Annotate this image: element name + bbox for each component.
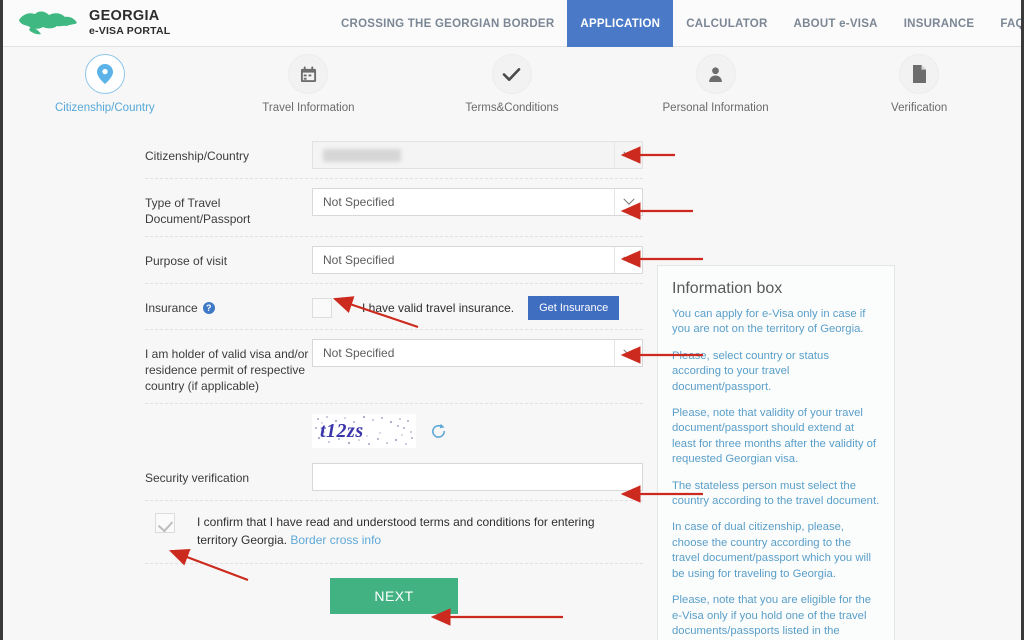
purpose-of-visit-select[interactable]: Not Specified (312, 246, 643, 274)
nav-item-crossing-the-georgian-border[interactable]: CROSSING THE GEORGIAN BORDER (328, 0, 567, 47)
field-row-citizenship: Citizenship/Country (145, 132, 643, 179)
field-row-visa-holder: I am holder of valid visa and/or residen… (145, 330, 643, 404)
next-button-wrap: NEXT (145, 564, 643, 614)
field-control (312, 141, 643, 169)
insurance-checkbox-label: I have valid travel insurance. (362, 301, 515, 315)
info-paragraph: Please, select country or status accordi… (672, 349, 829, 393)
confirm-label: I confirm that I have read and understoo… (197, 515, 595, 547)
step-personal-information[interactable]: Personal Information (614, 54, 818, 114)
main-nav: CROSSING THE GEORGIAN BORDER APPLICATION… (328, 0, 1021, 47)
field-row-security-verification: Security verification (145, 454, 643, 501)
confirm-row: I confirm that I have read and understoo… (145, 501, 643, 564)
document-type-select[interactable]: Not Specified (312, 188, 643, 216)
check-icon (503, 67, 521, 81)
field-label-security-verification: Security verification (145, 471, 250, 485)
nav-item-application[interactable]: APPLICATION (567, 0, 674, 47)
site-header: GEORGIA e-VISA PORTAL CROSSING THE GEORG… (3, 0, 1021, 47)
calendar-icon (300, 65, 316, 82)
person-icon (709, 66, 723, 82)
captcha-text: t12zs (320, 420, 364, 442)
field-label-citizenship: Citizenship/Country (145, 149, 250, 163)
insurance-control-group: I have valid travel insurance. Get Insur… (312, 293, 643, 320)
next-button[interactable]: NEXT (330, 578, 458, 614)
confirm-checkbox[interactable] (155, 513, 175, 533)
step-citizenship-country[interactable]: Citizenship/Country (3, 54, 207, 114)
captcha-row: t12zs (145, 404, 643, 454)
information-box-title: Information box (672, 280, 783, 297)
field-label-purpose-of-visit: Purpose of visit (145, 254, 228, 268)
captcha-group: t12zs (312, 414, 643, 448)
purpose-of-visit-value: Not Specified (323, 253, 395, 267)
field-label-insurance: Insurance? (145, 293, 312, 316)
step-circle (84, 54, 125, 94)
chevron-down-icon[interactable] (614, 247, 642, 273)
document-type-value: Not Specified (323, 195, 395, 209)
nav-item-about-e-visa[interactable]: ABOUT e-VISA (781, 0, 891, 47)
step-circle (491, 54, 532, 94)
visa-holder-value: Not Specified (323, 346, 395, 360)
citizenship-value-redacted (323, 148, 401, 162)
visa-holder-select[interactable]: Not Specified (312, 339, 643, 367)
field-control (312, 463, 643, 491)
step-verification[interactable]: Verification (817, 54, 1021, 114)
page-root: GEORGIA e-VISA PORTAL CROSSING THE GEORG… (0, 0, 1024, 640)
field-label-visa-holder: I am holder of valid visa and/or residen… (145, 347, 309, 393)
step-label: Terms&Conditions (465, 102, 559, 114)
field-row-document-type: Type of Travel Document/Passport Not Spe… (145, 179, 643, 237)
chevron-down-icon[interactable] (614, 340, 642, 366)
info-paragraph: Please, note that you are eligible for t… (672, 594, 872, 637)
georgia-map-icon (19, 11, 77, 35)
step-label: Verification (891, 102, 948, 114)
get-insurance-button[interactable]: Get Insurance (528, 296, 620, 320)
information-box: Information box You can apply for e-Visa… (657, 265, 895, 640)
nav-item-insurance[interactable]: INSURANCE (891, 0, 988, 47)
info-paragraph: Please, note that validity of your trave… (672, 407, 877, 466)
refresh-icon[interactable] (430, 423, 447, 440)
step-label: Citizenship/Country (54, 102, 155, 114)
field-control: Not Specified (312, 339, 643, 367)
step-circle (695, 54, 736, 94)
info-paragraph: In case of dual citizenship, please, cho… (672, 521, 872, 580)
citizenship-select[interactable] (312, 141, 643, 169)
field-row-insurance: Insurance? I have valid travel insurance… (145, 284, 643, 330)
step-travel-information[interactable]: Travel Information (207, 54, 411, 114)
info-paragraph: The stateless person must select the cou… (672, 479, 880, 508)
brand-logo[interactable]: GEORGIA e-VISA PORTAL (3, 6, 170, 40)
help-icon[interactable]: ? (202, 302, 215, 314)
document-icon (912, 65, 926, 83)
map-pin-icon (96, 64, 113, 84)
application-form: Citizenship/Country Type of Travel Docum… (3, 126, 643, 614)
field-row-purpose-of-visit: Purpose of visit Not Specified (145, 237, 643, 284)
step-label: Travel Information (262, 102, 355, 114)
nav-item-faq[interactable]: FAQ (987, 0, 1021, 47)
nav-item-calculator[interactable]: CALCULATOR (673, 0, 780, 47)
step-circle (899, 54, 940, 94)
field-control: I have valid travel insurance. Get Insur… (312, 293, 643, 320)
border-cross-info-link[interactable]: Border cross info (290, 533, 381, 547)
insurance-label-text: Insurance (145, 301, 198, 315)
chevron-down-icon[interactable] (614, 189, 642, 215)
security-verification-input[interactable] (312, 463, 643, 491)
step-circle (288, 54, 329, 94)
step-indicator: Citizenship/Country Travel Information T… (3, 47, 1021, 126)
brand-subtitle: e-VISA PORTAL (89, 25, 171, 38)
brand-title: GEORGIA (89, 7, 160, 24)
info-paragraph: You can apply for e-Visa only in case if… (672, 308, 866, 336)
field-label-document-type: Type of Travel Document/Passport (145, 196, 251, 226)
confirm-text: I confirm that I have read and understoo… (197, 513, 629, 549)
field-control: Not Specified (312, 188, 643, 216)
captcha-image: t12zs (312, 414, 416, 448)
chevron-down-icon[interactable] (614, 142, 642, 168)
step-label: Personal Information (662, 102, 769, 114)
main-content: Citizenship/Country Type of Travel Docum… (3, 126, 1021, 640)
insurance-checkbox[interactable] (312, 298, 332, 318)
field-control: Not Specified (312, 246, 643, 274)
step-terms-conditions[interactable]: Terms&Conditions (410, 54, 614, 114)
